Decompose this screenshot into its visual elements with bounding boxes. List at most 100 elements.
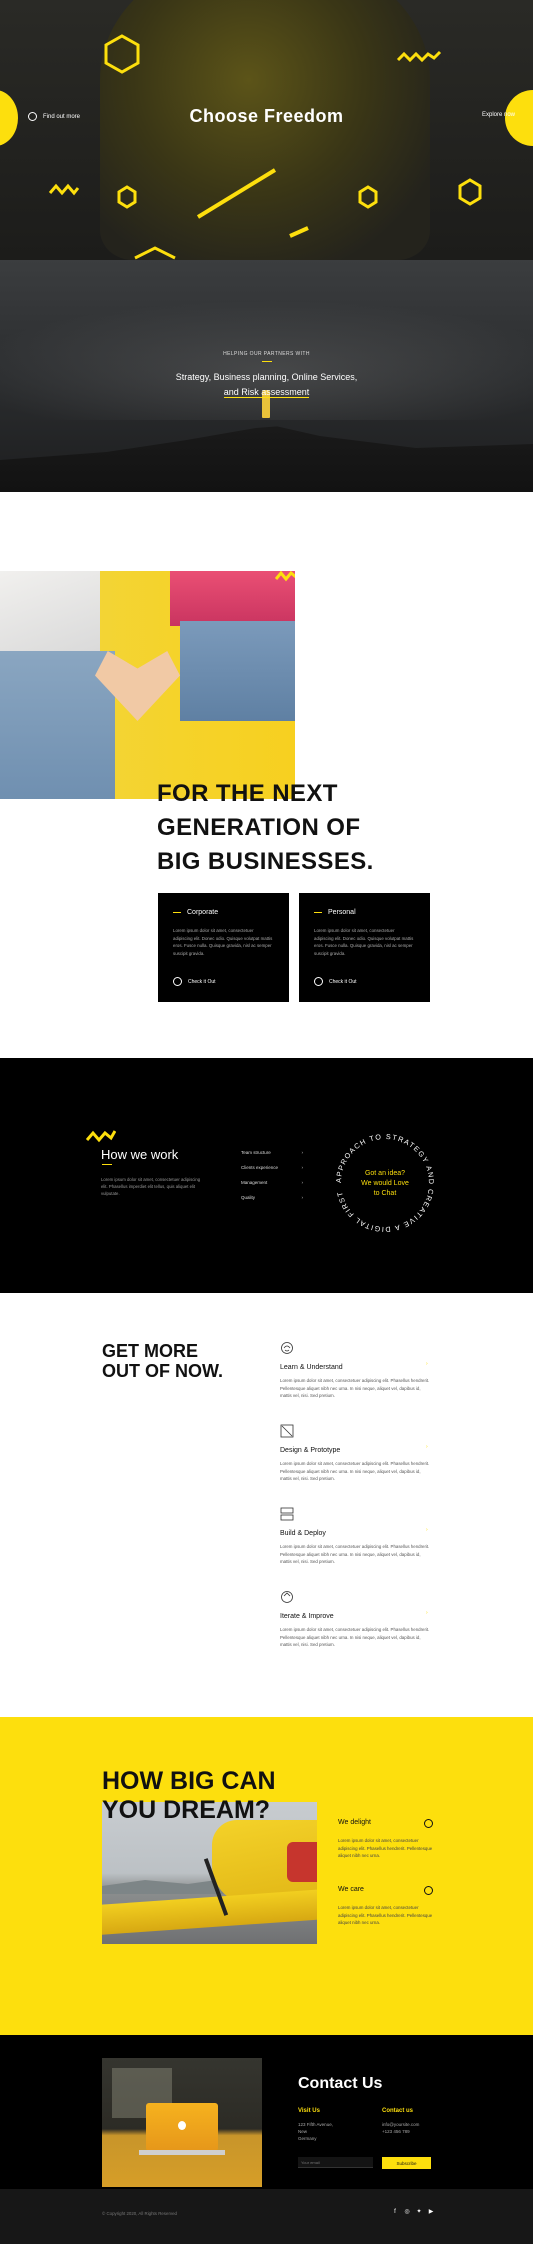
address-line-3: Germany (298, 2136, 317, 2141)
pencil-ruler-icon (280, 1424, 294, 1438)
list-item[interactable]: Quality › (241, 1195, 303, 1210)
personal-check-it-out-link[interactable]: Check it Out (314, 977, 357, 986)
item-title: Iterate & Improve (280, 1613, 334, 1620)
laptop-desk-photo (102, 2058, 262, 2187)
line-decoration (289, 226, 309, 238)
circle-icon (314, 977, 323, 986)
how-we-work-section: How we work Lorem ipsum dolor sit amet, … (0, 1058, 533, 1293)
hero-title: Choose Freedom (189, 106, 344, 126)
banner-tagline: Strategy, Business planning, Online Serv… (0, 370, 533, 400)
facebook-icon[interactable]: f (392, 2209, 398, 2215)
accent-dash (262, 361, 272, 362)
card-title: Personal (314, 909, 415, 916)
card-title-label: Personal (328, 909, 356, 916)
we-delight-item: We delight Lorem ipsum dolor sit amet, c… (338, 1819, 434, 1860)
server-icon (280, 1507, 294, 1521)
item-text: Lorem ipsum dolor sit amet, consectetuer… (280, 1544, 430, 1564)
corporate-check-it-out-link[interactable]: Check it Out (173, 977, 216, 986)
contact-us-column: Contact us info@yoursite.com +123 456 78… (382, 2108, 419, 2135)
photo-shirt-left (0, 571, 100, 656)
banner-line-2: and Risk assessment (223, 387, 310, 398)
corporate-card: Corporate Lorem ipsum dolor sit amet, co… (158, 893, 289, 1002)
contact-section: Contact Us Visit Us 123 Fifth Avenue, Ne… (0, 2035, 533, 2189)
how-we-work-title: How we work (101, 1147, 179, 1162)
chevron-right-icon[interactable]: › (426, 1527, 428, 1533)
hexagon-icon (358, 185, 378, 209)
hexagon-icon (117, 185, 137, 209)
chevron-right-icon: › (301, 1165, 304, 1170)
address-line-2: New (298, 2129, 308, 2134)
how-we-work-text: Lorem ipsum dolor sit amet, consectetuer… (101, 1177, 201, 1196)
chat-line-3: to Chat (373, 1190, 397, 1197)
heart-hands-photo (0, 571, 295, 799)
instagram-icon[interactable]: ◎ (404, 2209, 410, 2215)
how-big-section: HOW BIG CAN YOU DREAM? We delight Lorem … (0, 1717, 533, 2035)
how-big-heading: HOW BIG CAN YOU DREAM? (102, 1767, 276, 1825)
heading-line-1: FOR THE NEXT (157, 780, 338, 807)
chevron-right-icon[interactable]: › (426, 1361, 428, 1367)
youtube-icon[interactable]: ▶ (428, 2209, 434, 2215)
get-more-section: GET MORE OUT OF NOW. Learn & Understand … (0, 1293, 533, 1717)
hexagon-partial-icon (134, 246, 176, 260)
card-title: Corporate (173, 909, 274, 916)
next-generation-heading: FOR THE NEXT GENERATION OF BIG BUSINESSE… (157, 777, 374, 879)
footer: © Copyright 2020, All Rights Reserved f … (0, 2189, 533, 2244)
contact-us-title: Contact us (382, 2108, 414, 2114)
item-text: Lorem ipsum dolor sit amet, consectetuer… (280, 1461, 430, 1481)
newsletter-email-input[interactable] (298, 2157, 373, 2168)
accent-dash (173, 912, 181, 913)
heading-line-2: GENERATION OF (157, 814, 361, 841)
item-text: Lorem ipsum dolor sit amet, consectetuer… (338, 1905, 433, 1925)
cta-label: Check it Out (188, 978, 216, 985)
heading-line-2: YOU DREAM? (102, 1796, 271, 1824)
chat-line-2: We would Love (361, 1180, 409, 1187)
subscribe-button[interactable]: Subscribe (382, 2157, 431, 2169)
contact-email[interactable]: info@yoursite.com (382, 2121, 419, 2128)
photo-plane-wing (102, 1888, 317, 1936)
list-item-label: Team structure (241, 1150, 271, 1155)
visit-us-column: Visit Us 123 Fifth Avenue, New Germany (298, 2108, 333, 2142)
item-title: We delight (338, 1819, 371, 1826)
item-text: Lorem ipsum dolor sit amet, consectetuer… (338, 1838, 433, 1858)
list-item-label: Management (241, 1180, 268, 1185)
apple-logo-icon (178, 2121, 186, 2130)
visit-us-title: Visit Us (298, 2108, 320, 2114)
banner-section: HELPING OUR PARTNERS WITH Strategy, Busi… (0, 260, 533, 492)
card-text: Lorem ipsum dolor sit amet, consectetuer… (314, 928, 414, 956)
circle-arrow-icon[interactable] (424, 1886, 433, 1895)
list-item-label: Quality (241, 1195, 256, 1200)
twitter-icon[interactable]: ✦ (416, 2209, 422, 2215)
item-text: Lorem ipsum dolor sit amet, consectetuer… (280, 1378, 430, 1398)
hero-section: Find out more Explore now Choose Freedom (0, 0, 533, 260)
heading-line-2: OUT OF NOW. (102, 1361, 223, 1381)
list-item[interactable]: Clients experience › (241, 1165, 303, 1180)
hexagon-icon (104, 34, 140, 74)
photo-jeans-right (180, 621, 295, 721)
hexagon-icon (458, 178, 482, 206)
circle-arrow-icon[interactable] (424, 1819, 433, 1828)
contact-phone[interactable]: +123 456 789 (382, 2128, 419, 2135)
accent-dash (102, 1164, 112, 1165)
design-prototype-item: Design & Prototype Lorem ipsum dolor sit… (280, 1424, 431, 1483)
zigzag-icon (48, 183, 80, 196)
line-decoration (196, 168, 277, 219)
get-more-heading: GET MORE OUT OF NOW. (102, 1341, 223, 1381)
chevron-right-icon: › (301, 1150, 304, 1155)
chevron-right-icon: › (301, 1195, 304, 1200)
photo-laptop-base (139, 2150, 225, 2155)
chevron-right-icon: › (301, 1180, 304, 1185)
list-item[interactable]: Management › (241, 1180, 303, 1195)
card-text: Lorem ipsum dolor sit amet, consectetuer… (173, 928, 273, 956)
heading-line-3: BIG BUSINESSES. (157, 848, 374, 875)
chevron-right-icon[interactable]: › (426, 1444, 428, 1450)
item-title: Learn & Understand (280, 1364, 343, 1371)
list-item[interactable]: Team structure › (241, 1150, 303, 1165)
chat-line-1: Got an idea? (364, 1170, 406, 1177)
chevron-right-icon[interactable]: › (426, 1610, 428, 1616)
item-title: Design & Prototype (280, 1447, 341, 1454)
how-we-work-list: Team structure › Clients experience › Mana… (241, 1150, 303, 1210)
item-title: We care (338, 1886, 364, 1893)
item-title: Build & Deploy (280, 1530, 326, 1537)
social-links: f ◎ ✦ ▶ (392, 2209, 434, 2215)
chat-invite[interactable]: Got an idea? We would Love to Chat (350, 1169, 420, 1199)
